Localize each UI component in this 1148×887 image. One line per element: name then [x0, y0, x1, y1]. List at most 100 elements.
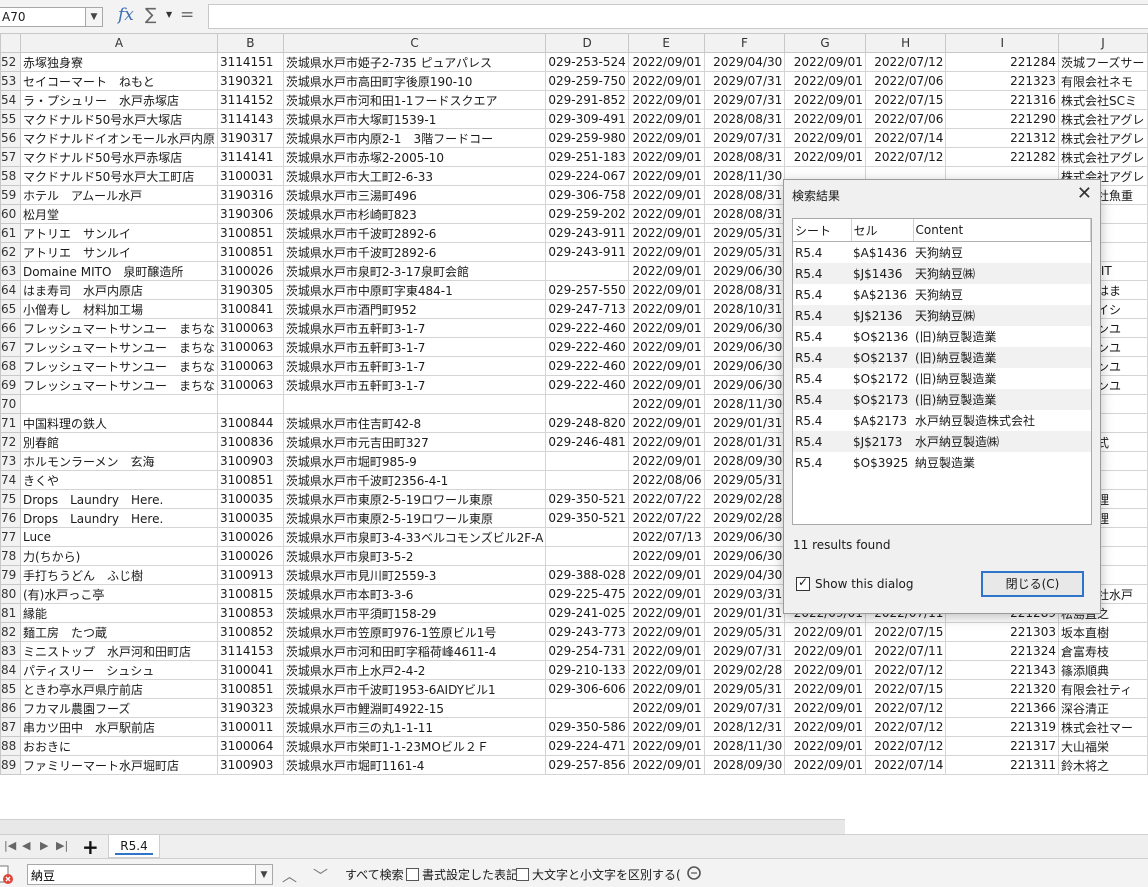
- cell[interactable]: 2029/04/30: [703, 565, 786, 585]
- result-row[interactable]: R5.4 $O$2172 (旧)納豆製造業: [793, 368, 1091, 389]
- row-header[interactable]: 59: [0, 185, 21, 205]
- cell[interactable]: マクドナルド50号水戸大工町店: [19, 166, 218, 186]
- name-box[interactable]: A70 ▼: [0, 7, 103, 27]
- cell[interactable]: 029-243-773: [545, 622, 629, 642]
- cell[interactable]: 小僧寿し 材料加工場: [19, 299, 218, 319]
- result-row[interactable]: R5.4 $A$2173 水戸納豆製造株式会社: [793, 410, 1091, 431]
- column-header[interactable]: D: [545, 33, 629, 53]
- row-header[interactable]: 87: [0, 717, 21, 737]
- column-header[interactable]: A: [19, 33, 218, 53]
- find-replace-icon[interactable]: [683, 863, 705, 885]
- cell[interactable]: 2022/09/01: [784, 660, 866, 680]
- row-header[interactable]: 54: [0, 90, 21, 110]
- cell[interactable]: [545, 451, 629, 471]
- close-find-bar-icon[interactable]: [0, 865, 14, 885]
- horizontal-scrollbar[interactable]: [0, 819, 845, 835]
- cell[interactable]: 2022/09/01: [627, 565, 705, 585]
- cell[interactable]: 221282: [945, 147, 1059, 167]
- cell[interactable]: 2029/06/30: [703, 318, 786, 338]
- cell[interactable]: 茨城県水戸市内原2-1 3階フードコー: [282, 128, 547, 148]
- row-header[interactable]: 74: [0, 470, 21, 490]
- formula-equals-icon[interactable]: =: [180, 5, 194, 25]
- cell[interactable]: 2022/09/01: [627, 166, 705, 186]
- result-row[interactable]: R5.4 $J$2173 水戸納豆製造㈱: [793, 431, 1091, 452]
- cell[interactable]: 鈴木将之: [1057, 755, 1148, 775]
- cell[interactable]: 2029/06/30: [703, 546, 786, 566]
- cell[interactable]: 029-309-491: [545, 109, 629, 129]
- checkbox-box[interactable]: [516, 868, 529, 881]
- cell[interactable]: 029-224-067: [545, 166, 629, 186]
- cell[interactable]: 茨城県水戸市東原2-5-19ロワール東原: [282, 508, 547, 528]
- cell[interactable]: 茨城県水戸市元吉田町327: [282, 432, 547, 452]
- row-header[interactable]: 72: [0, 432, 21, 452]
- row-header[interactable]: 75: [0, 489, 21, 509]
- cell[interactable]: 茨城県水戸市五軒町3-1-7: [282, 356, 547, 376]
- cell[interactable]: 株式会社アグレ: [1057, 109, 1148, 129]
- cell[interactable]: 株式会社マー: [1057, 717, 1148, 737]
- cell[interactable]: 2022/07/06: [864, 109, 947, 129]
- cell[interactable]: 221320: [945, 679, 1059, 699]
- cell[interactable]: フカマル農園フーズ: [19, 698, 218, 718]
- cell[interactable]: 茨城県水戸市千波町2892-6: [282, 223, 547, 243]
- cell[interactable]: 茨城県水戸市平須町158-29: [282, 603, 547, 623]
- cell[interactable]: 松月堂: [19, 204, 218, 224]
- sum-icon[interactable]: ∑: [145, 5, 156, 25]
- cell[interactable]: 2022/07/12: [864, 736, 947, 756]
- formula-input[interactable]: [208, 4, 1148, 29]
- cell[interactable]: フレッシュマートサンユー まちな: [19, 356, 218, 376]
- cell[interactable]: 2029/01/31: [703, 603, 786, 623]
- cell[interactable]: 2022/09/01: [784, 90, 866, 110]
- cell[interactable]: 029-224-471: [545, 736, 629, 756]
- cell[interactable]: 2028/01/31: [703, 432, 786, 452]
- cell[interactable]: 茨城県水戸市鯉淵町4922-15: [282, 698, 547, 718]
- cell[interactable]: 2022/07/14: [864, 128, 947, 148]
- cell[interactable]: 029-259-750: [545, 71, 629, 91]
- cell[interactable]: Luce: [19, 527, 218, 547]
- cell[interactable]: 3190321: [216, 71, 284, 91]
- cell[interactable]: 2022/09/01: [627, 204, 705, 224]
- cell[interactable]: 2022/07/12: [864, 660, 947, 680]
- cell[interactable]: 029-241-025: [545, 603, 629, 623]
- cell[interactable]: 深谷清正: [1057, 698, 1148, 718]
- cell[interactable]: 029-259-202: [545, 204, 629, 224]
- row-header[interactable]: 81: [0, 603, 21, 623]
- cell[interactable]: 2022/09/01: [627, 52, 705, 72]
- cell[interactable]: 029-350-521: [545, 489, 629, 509]
- result-row[interactable]: R5.4 $O$2137 (旧)納豆製造業: [793, 347, 1091, 368]
- cell[interactable]: 2022/09/01: [784, 71, 866, 91]
- cell[interactable]: 茨城フーズサー: [1057, 52, 1148, 72]
- add-sheet-icon[interactable]: +: [82, 835, 99, 859]
- cell[interactable]: 029-247-713: [545, 299, 629, 319]
- cell[interactable]: 力(ちから): [19, 546, 218, 566]
- cell[interactable]: 3100903: [216, 755, 284, 775]
- cell[interactable]: 3100063: [216, 337, 284, 357]
- cell[interactable]: 2028/11/30: [703, 166, 786, 186]
- cell[interactable]: 2022/07/15: [864, 622, 947, 642]
- cell[interactable]: 2022/09/01: [627, 413, 705, 433]
- cell[interactable]: [545, 261, 629, 281]
- results-column-header[interactable]: セル: [851, 219, 914, 242]
- cell[interactable]: 茨城県水戸市住吉町42-8: [282, 413, 547, 433]
- cell[interactable]: 2022/07/22: [627, 508, 705, 528]
- cell[interactable]: 221317: [945, 736, 1059, 756]
- cell[interactable]: 大山福栄: [1057, 736, 1148, 756]
- cell[interactable]: 3100913: [216, 565, 284, 585]
- cell[interactable]: 2022/07/13: [627, 527, 705, 547]
- cell[interactable]: 茨城県水戸市中原町字東484-1: [282, 280, 547, 300]
- chevron-down-icon[interactable]: ▼: [85, 8, 102, 26]
- row-header[interactable]: 63: [0, 261, 21, 281]
- row-header[interactable]: 78: [0, 546, 21, 566]
- row-header[interactable]: 85: [0, 679, 21, 699]
- cell[interactable]: 串カツ田中 水戸駅前店: [19, 717, 218, 737]
- cell[interactable]: 221366: [945, 698, 1059, 718]
- row-header[interactable]: 83: [0, 641, 21, 661]
- row-header[interactable]: 79: [0, 565, 21, 585]
- cell[interactable]: 2022/07/12: [864, 147, 947, 167]
- next-sheet-icon[interactable]: ▶: [40, 839, 48, 852]
- cell[interactable]: 有限会社ティ: [1057, 679, 1148, 699]
- function-wizard-icon[interactable]: fx: [118, 5, 134, 25]
- cell[interactable]: 茨城県水戸市五軒町3-1-7: [282, 375, 547, 395]
- row-header[interactable]: 82: [0, 622, 21, 642]
- cell[interactable]: ファミリーマート水戸堀町店: [19, 755, 218, 775]
- cell[interactable]: 2022/09/01: [627, 584, 705, 604]
